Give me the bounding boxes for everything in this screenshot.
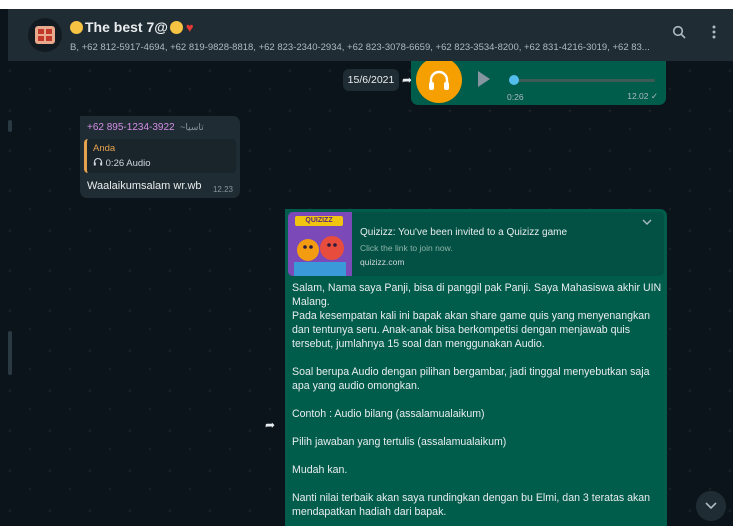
chevron-down-icon[interactable]: [642, 216, 652, 228]
message-paragraph: Soal berupa Audio dengan pilihan bergamb…: [292, 366, 650, 392]
audio-message[interactable]: 0:26 12.02 ✓: [411, 61, 666, 105]
link-preview[interactable]: QUIZIZZ Quizizz: You've been invited to …: [288, 212, 664, 276]
headphones-icon: [93, 157, 106, 169]
chat-area[interactable]: 15/6/2021 ➦ 0:26 12.02 ✓ +62 895-1234-39…: [0, 61, 733, 526]
quote-text: 0:26 Audio: [105, 158, 151, 169]
side-scroll-marker: [8, 331, 12, 375]
group-members: B, +62 812-5917-4694, +62 819-9828-8818,…: [70, 42, 650, 53]
forward-icon[interactable]: ➦: [259, 414, 281, 436]
audio-progress-track[interactable]: [509, 75, 655, 85]
window-top-strip: [0, 0, 733, 9]
search-icon[interactable]: [669, 25, 689, 45]
message-paragraph: Pilih jawaban yang tertulis (assalamuala…: [292, 436, 507, 448]
message-paragraph: Salam, Nama saya Panji, bisa di panggil …: [292, 282, 662, 350]
chat-header[interactable]: The best 7@ ♥ B, +62 812-5917-4694, +62 8…: [0, 9, 733, 61]
smile-emoji-icon: [70, 21, 83, 34]
quote-author: Anda: [93, 143, 116, 154]
play-icon[interactable]: [478, 71, 490, 87]
heart-emoji-icon: ♥: [185, 20, 194, 35]
preview-title[interactable]: Quizizz: You've been invited to a Quiziz…: [360, 227, 567, 238]
link-thumbnail: QUIZIZZ: [288, 212, 352, 276]
group-name: The best 7@: [85, 19, 168, 35]
message-paragraph: Nanti nilai terbaik akan saya rundingkan…: [292, 492, 651, 518]
message-body: Salam, Nama saya Panji, bisa di panggil …: [292, 281, 662, 526]
scroll-down-button[interactable]: [696, 491, 726, 521]
date-chip: 15/6/2021: [343, 69, 399, 91]
outgoing-message[interactable]: QUIZIZZ Quizizz: You've been invited to …: [285, 209, 667, 526]
mic-icon: [416, 61, 462, 103]
side-scroll-marker: [8, 120, 12, 132]
quoted-message[interactable]: Anda 0:26 Audio: [84, 139, 236, 173]
menu-icon[interactable]: [704, 25, 724, 45]
thumbnail-label: QUIZIZZ: [295, 216, 343, 226]
group-avatar[interactable]: [28, 18, 62, 52]
preview-domain: quizizz.com: [360, 257, 405, 267]
preview-description: Click the link to join now.: [360, 243, 453, 253]
message-sender[interactable]: +62 895-1234-3922 ~تاسيا: [87, 122, 204, 133]
audio-progress-knob[interactable]: [509, 75, 519, 85]
quote-content: 0:26 Audio: [93, 157, 151, 169]
sender-alias: ~تاسيا: [180, 122, 204, 132]
message-paragraph: Contoh : Audio bilang (assalamualaikum): [292, 408, 485, 420]
message-paragraph: Mudah kan.: [292, 464, 348, 476]
message-time: 12.23: [212, 185, 233, 194]
sender-number: +62 895-1234-3922: [87, 122, 175, 133]
message-time: 12.02 ✓: [627, 91, 658, 101]
message-text: Waalaikumsalam wr.wb: [87, 180, 202, 192]
audio-duration: 0:26: [507, 92, 524, 102]
incoming-message[interactable]: +62 895-1234-3922 ~تاسيا Anda 0:26 Audio…: [80, 116, 240, 198]
flexed-arm-emoji-icon: [169, 21, 183, 34]
group-title[interactable]: The best 7@ ♥: [70, 19, 194, 35]
